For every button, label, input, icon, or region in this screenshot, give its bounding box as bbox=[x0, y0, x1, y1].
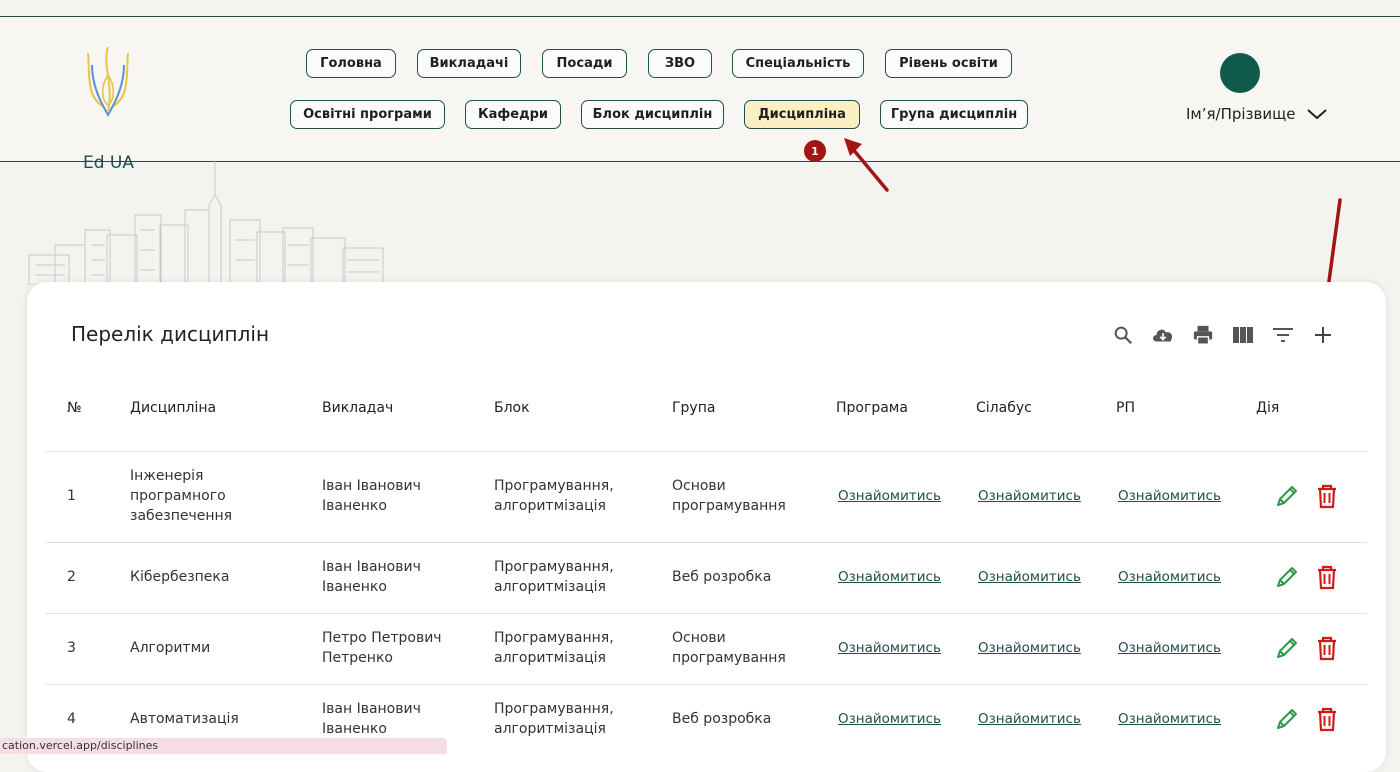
rp-link[interactable]: Ознайомитись bbox=[1118, 488, 1221, 504]
delete-trash-icon[interactable] bbox=[1314, 706, 1340, 732]
nav-discipline[interactable]: Дисципліна bbox=[744, 100, 860, 129]
rp-link[interactable]: Ознайомитись bbox=[1118, 711, 1221, 727]
logo[interactable]: Ed UA bbox=[78, 45, 138, 173]
edit-pencil-icon[interactable] bbox=[1274, 706, 1300, 732]
nav-universities[interactable]: ЗВО bbox=[648, 49, 712, 78]
nav-departments[interactable]: Кафедри bbox=[465, 100, 561, 129]
browser-status-bar: cation.vercel.app/disciplines bbox=[0, 738, 447, 754]
chevron-down-icon[interactable] bbox=[1306, 107, 1328, 121]
syllabus-link[interactable]: Ознайомитись bbox=[978, 640, 1081, 656]
row-number: 4 bbox=[67, 711, 76, 727]
rp-link[interactable]: Ознайомитись bbox=[1118, 640, 1221, 656]
program-link[interactable]: Ознайомитись bbox=[838, 488, 941, 504]
row-number: 1 bbox=[67, 488, 76, 504]
delete-trash-icon[interactable] bbox=[1314, 483, 1340, 509]
edit-pencil-icon[interactable] bbox=[1274, 635, 1300, 661]
nav-edu-programs[interactable]: Освітні програми bbox=[290, 100, 445, 129]
row-divider bbox=[46, 613, 1367, 614]
row-group: Основи програмування bbox=[672, 630, 786, 666]
col-teacher[interactable]: Викладач bbox=[322, 400, 393, 416]
program-link[interactable]: Ознайомитись bbox=[838, 569, 941, 585]
card-title: Перелік дисциплін bbox=[71, 322, 270, 346]
row-teacher: Іван Іванович Іваненко bbox=[322, 559, 421, 595]
col-rp[interactable]: РП bbox=[1116, 400, 1135, 416]
row-number: 3 bbox=[67, 640, 76, 656]
col-number[interactable]: № bbox=[67, 400, 82, 416]
trident-logo-icon bbox=[87, 46, 129, 118]
edit-pencil-icon[interactable] bbox=[1274, 483, 1300, 509]
row-group: Веб розробка bbox=[672, 711, 772, 727]
row-block: Програмування, алгоритмізація bbox=[494, 630, 614, 666]
row-teacher: Іван Іванович Іваненко bbox=[322, 478, 421, 514]
user-name[interactable]: Ім’я/Прізвище bbox=[1186, 105, 1295, 123]
nav-teachers[interactable]: Викладачі bbox=[417, 49, 521, 78]
header-divider bbox=[46, 451, 1367, 452]
annotation-marker-1: 1 bbox=[804, 140, 826, 162]
row-teacher: Петро Петрович Петренко bbox=[322, 630, 442, 666]
row-divider bbox=[46, 684, 1367, 685]
print-icon[interactable] bbox=[1191, 323, 1215, 347]
nav-discipline-group[interactable]: Група дисциплін bbox=[880, 100, 1028, 129]
edit-pencil-icon[interactable] bbox=[1274, 564, 1300, 590]
row-divider bbox=[46, 542, 1367, 543]
nav-specialty[interactable]: Спеціальність bbox=[732, 49, 864, 78]
row-number: 2 bbox=[67, 569, 76, 585]
syllabus-link[interactable]: Ознайомитись bbox=[978, 569, 1081, 585]
top-header: Ed UA Головна Викладачі Посади ЗВО Спеці… bbox=[0, 16, 1400, 173]
row-discipline: Інженерія програмного забезпечення bbox=[130, 468, 233, 524]
annotation-arrow-1-icon bbox=[844, 138, 889, 192]
city-skyline-illustration bbox=[28, 160, 384, 285]
row-block: Програмування, алгоритмізація bbox=[494, 701, 614, 737]
row-discipline: Автоматизація bbox=[130, 711, 239, 727]
syllabus-link[interactable]: Ознайомитись bbox=[978, 711, 1081, 727]
program-link[interactable]: Ознайомитись bbox=[838, 640, 941, 656]
disciplines-card: Перелік дисциплін № Дисципліна Викладач … bbox=[27, 282, 1386, 772]
avatar[interactable] bbox=[1220, 53, 1260, 93]
col-syllabus[interactable]: Сілабус bbox=[976, 400, 1032, 416]
nav-discipline-block[interactable]: Блок дисциплін bbox=[581, 100, 724, 129]
row-teacher: Іван Іванович Іваненко bbox=[322, 701, 421, 737]
col-discipline[interactable]: Дисципліна bbox=[130, 400, 216, 416]
col-group[interactable]: Група bbox=[672, 400, 715, 416]
nav-positions[interactable]: Посади bbox=[542, 49, 627, 78]
row-block: Програмування, алгоритмізація bbox=[494, 559, 614, 595]
row-block: Програмування, алгоритмізація bbox=[494, 478, 614, 514]
row-discipline: Алгоритми bbox=[130, 640, 211, 656]
row-group: Веб розробка bbox=[672, 569, 772, 585]
search-icon[interactable] bbox=[1111, 323, 1135, 347]
delete-trash-icon[interactable] bbox=[1314, 635, 1340, 661]
syllabus-link[interactable]: Ознайомитись bbox=[978, 488, 1081, 504]
col-action: Дія bbox=[1256, 400, 1280, 416]
col-program[interactable]: Програма bbox=[836, 400, 908, 416]
nav-education-level[interactable]: Рівень освіти bbox=[885, 49, 1012, 78]
add-icon[interactable] bbox=[1311, 323, 1335, 347]
view-columns-icon[interactable] bbox=[1231, 323, 1255, 347]
nav-home[interactable]: Головна bbox=[306, 49, 396, 78]
rp-link[interactable]: Ознайомитись bbox=[1118, 569, 1221, 585]
col-block[interactable]: Блок bbox=[494, 400, 530, 416]
program-link[interactable]: Ознайомитись bbox=[838, 711, 941, 727]
filter-icon[interactable] bbox=[1271, 323, 1295, 347]
row-discipline: Кібербезпека bbox=[130, 569, 230, 585]
delete-trash-icon[interactable] bbox=[1314, 564, 1340, 590]
row-group: Основи програмування bbox=[672, 478, 786, 514]
cloud-download-icon[interactable] bbox=[1151, 323, 1175, 347]
